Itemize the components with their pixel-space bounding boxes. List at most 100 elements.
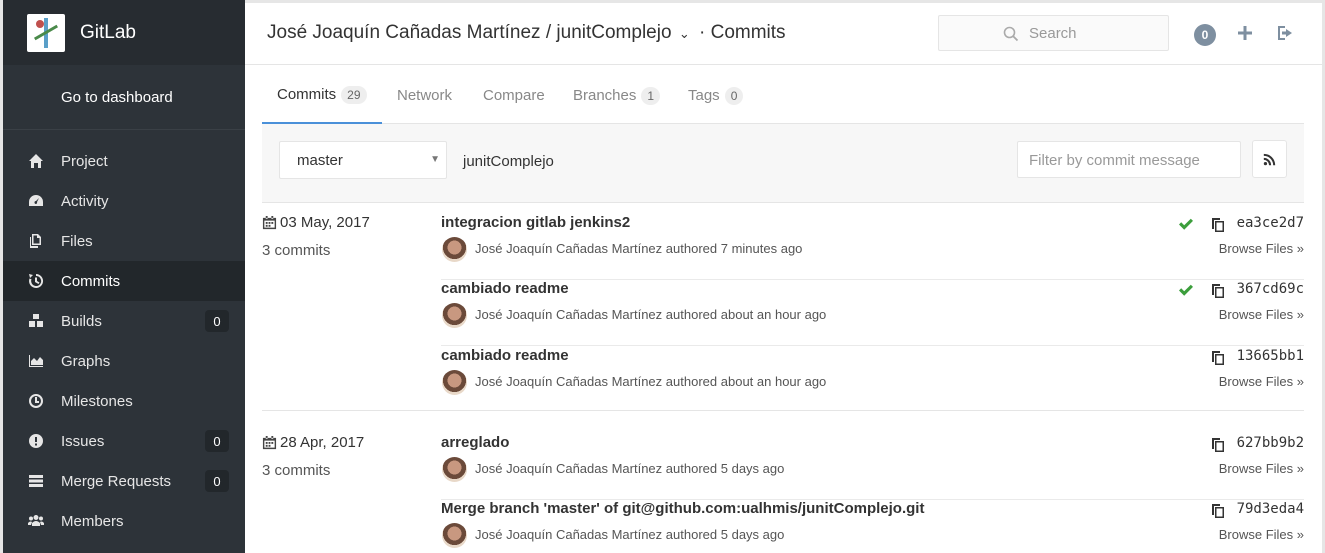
rss-icon (1263, 153, 1276, 165)
commit-author[interactable]: José Joaquín Cañadas Martínez (475, 374, 662, 389)
sidebar-item-label: Files (61, 232, 93, 250)
commit-time: about an hour ago (720, 374, 827, 389)
commit-author[interactable]: José Joaquín Cañadas Martínez (475, 307, 662, 322)
sidebar-item-label: Graphs (61, 352, 111, 370)
commit-title[interactable]: Merge branch 'master' of git@github.com:… (441, 500, 924, 517)
repo-name: junitComplejo (463, 153, 554, 170)
day-commit-count: 3 commits (262, 462, 331, 479)
copy-sha-icon[interactable] (1210, 503, 1226, 519)
commit-meta: José Joaquín Cañadas Martínez authored a… (475, 307, 826, 322)
commit-title[interactable]: cambiado readme (441, 280, 569, 297)
browse-files-link[interactable]: Browse Files » (1219, 241, 1304, 256)
commit-title[interactable]: cambiado readme (441, 347, 569, 364)
avatar[interactable] (442, 303, 467, 328)
sidebar-item-commits[interactable]: Commits (3, 261, 245, 301)
build-passed-check-icon[interactable] (1178, 216, 1194, 232)
tab-compare[interactable]: Compare (483, 67, 545, 124)
commit-verb: authored (665, 241, 718, 256)
search-icon (1003, 26, 1019, 42)
go-to-dashboard-link[interactable]: Go to dashboard (3, 65, 245, 130)
home-icon (27, 152, 45, 170)
sidebar-item-members[interactable]: Members (3, 501, 245, 541)
files-icon (27, 232, 45, 250)
commit-time: 5 days ago (720, 461, 785, 476)
commit-row: integracion gitlab jenkins2 José Joaquín… (441, 214, 1304, 280)
tab-tags[interactable]: Tags 0 (688, 67, 744, 124)
tab-branches[interactable]: Branches 1 (573, 67, 661, 124)
sidebar: GitLab Go to dashboard Project Activity … (0, 0, 245, 553)
commit-time: 7 minutes ago (720, 241, 803, 256)
sidebar-item-label: Milestones (61, 392, 133, 410)
commit-author[interactable]: José Joaquín Cañadas Martínez (475, 527, 662, 542)
commit-sha[interactable]: 79d3eda4 (1237, 501, 1304, 517)
issues-count-badge: 0 (205, 430, 229, 452)
commit-meta: José Joaquín Cañadas Martínez authored 7… (475, 241, 802, 256)
browse-files-link[interactable]: Browse Files » (1219, 307, 1304, 322)
todos-count-badge[interactable]: 0 (1194, 24, 1216, 46)
sidebar-item-builds[interactable]: Builds 0 (3, 301, 245, 341)
commits-tabs: Commits 29 Network Compare Branches 1 Ta… (262, 67, 1304, 124)
tab-label: Compare (483, 87, 545, 104)
caret-down-icon: ▼ (430, 154, 440, 165)
branch-select[interactable]: master ▼ (279, 141, 447, 179)
sidebar-item-files[interactable]: Files (3, 221, 245, 261)
sidebar-item-label: Issues (61, 432, 105, 450)
sidebar-item-activity[interactable]: Activity (3, 181, 245, 221)
commit-meta: José Joaquín Cañadas Martínez authored 5… (475, 527, 784, 542)
plus-icon[interactable] (1235, 23, 1255, 43)
breadcrumb-owner[interactable]: José Joaquín Cañadas Martínez (267, 22, 541, 43)
merge-requests-count-badge: 0 (205, 470, 229, 492)
history-icon (27, 272, 45, 290)
copy-sha-icon[interactable] (1210, 217, 1226, 233)
commit-sha[interactable]: 367cd69c (1237, 281, 1304, 297)
commit-title[interactable]: integracion gitlab jenkins2 (441, 214, 630, 231)
commit-sha[interactable]: ea3ce2d7 (1237, 215, 1304, 231)
commit-time: about an hour ago (720, 307, 827, 322)
sidebar-item-milestones[interactable]: Milestones (3, 381, 245, 421)
tab-commits[interactable]: Commits 29 (262, 67, 382, 124)
top-header: José Joaquín Cañadas Martínez / junitCom… (245, 0, 1325, 65)
day-group-divider (262, 410, 1304, 411)
breadcrumb: José Joaquín Cañadas Martínez / junitCom… (267, 22, 786, 44)
copy-sha-icon[interactable] (1210, 283, 1226, 299)
tab-label: Tags (688, 87, 720, 104)
avatar[interactable] (442, 523, 467, 548)
sidebar-item-project[interactable]: Project (3, 141, 245, 181)
sidebar-item-merge-requests[interactable]: Merge Requests 0 (3, 461, 245, 501)
brand-header[interactable]: GitLab (3, 0, 245, 65)
avatar[interactable] (442, 370, 467, 395)
rss-feed-button[interactable] (1252, 140, 1287, 178)
build-passed-check-icon[interactable] (1178, 282, 1194, 298)
breadcrumb-project[interactable]: junitComplejo (556, 22, 671, 43)
dashboard-icon (27, 192, 45, 210)
project-logo (27, 13, 65, 52)
browse-files-link[interactable]: Browse Files » (1219, 461, 1304, 476)
search-placeholder: Search (1029, 24, 1077, 42)
commit-filter-input[interactable]: Filter by commit message (1017, 141, 1241, 178)
commit-sha[interactable]: 627bb9b2 (1237, 435, 1304, 451)
sidebar-item-graphs[interactable]: Graphs (3, 341, 245, 381)
commits-filter-bar: master ▼ junitComplejo Filter by commit … (262, 124, 1304, 203)
chevron-down-icon[interactable]: ⌄ (679, 26, 690, 41)
sidebar-item-label: Activity (61, 192, 109, 210)
tab-label: Network (397, 87, 453, 104)
copy-sha-icon[interactable] (1210, 437, 1226, 453)
tab-network[interactable]: Network (397, 67, 452, 124)
copy-sha-icon[interactable] (1210, 350, 1226, 366)
browse-files-link[interactable]: Browse Files » (1219, 527, 1304, 542)
cubes-icon (27, 312, 45, 330)
commit-title[interactable]: arreglado (441, 434, 509, 451)
avatar[interactable] (442, 457, 467, 482)
search-input[interactable]: Search (938, 15, 1169, 51)
tab-count: 0 (724, 86, 744, 105)
commit-author[interactable]: José Joaquín Cañadas Martínez (475, 241, 662, 256)
avatar[interactable] (442, 237, 467, 262)
sign-out-icon[interactable] (1275, 23, 1295, 43)
commit-sha[interactable]: 13665bb1 (1237, 348, 1304, 364)
browse-files-link[interactable]: Browse Files » (1219, 374, 1304, 389)
tab-count: 1 (641, 86, 661, 105)
commit-author[interactable]: José Joaquín Cañadas Martínez (475, 461, 662, 476)
brand-title: GitLab (80, 21, 136, 43)
sidebar-item-issues[interactable]: Issues 0 (3, 421, 245, 461)
tasks-icon (27, 472, 45, 490)
